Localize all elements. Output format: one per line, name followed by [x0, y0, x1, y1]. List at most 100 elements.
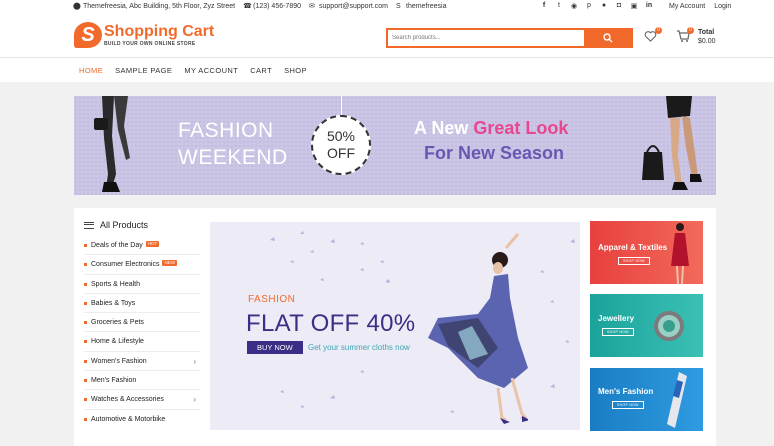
location-pin-icon: ⬤: [73, 3, 81, 10]
hero-headline: A New Great Look: [414, 118, 568, 139]
category-header[interactable]: All Products: [84, 220, 200, 230]
category-label: Home & Lifestyle: [91, 338, 144, 346]
slider-kicker: FASHION: [248, 294, 296, 305]
main-nav: HOME SAMPLE PAGE MY ACCOUNT CART SHOP: [0, 58, 774, 82]
nav-cart[interactable]: CART: [250, 66, 272, 75]
skype-text: themefreesia: [406, 3, 447, 10]
flickr-icon[interactable]: ●: [600, 2, 608, 10]
content-section: All Products Deals of the Day HOT Consume…: [74, 208, 716, 446]
hero-left-line1: FASHION: [178, 119, 274, 142]
email-text: support@support.com: [319, 3, 388, 10]
category-label: Men's Fashion: [91, 377, 137, 385]
shop-now-button[interactable]: SHOP NOW: [612, 401, 644, 409]
jewellery-ring-image: [654, 311, 684, 341]
address-item: ⬤ Themefreesia, Abc Building, 5th Floor, …: [73, 3, 235, 10]
fashion-weekend-text: FASHION WEEKEND: [178, 117, 288, 171]
linkedin-icon[interactable]: in: [645, 2, 653, 10]
category-item[interactable]: Men's Fashion: [84, 371, 200, 391]
shop-now-button[interactable]: SHOP NOW: [618, 257, 650, 265]
category-item[interactable]: Babies & Toys: [84, 294, 200, 314]
top-bar: ⬤ Themefreesia, Abc Building, 5th Floor, …: [0, 0, 774, 14]
logo-tagline: BUILD YOUR OWN ONLINE STORE: [104, 40, 196, 47]
nav-shop[interactable]: SHOP: [284, 66, 307, 75]
account-links: My Account Login: [669, 3, 731, 10]
model-legs-image-left: [94, 96, 130, 192]
pinterest-icon[interactable]: p: [585, 2, 593, 10]
dribbble-icon[interactable]: ◉: [570, 2, 578, 10]
main-slider[interactable]: FASHION FLAT OFF 40% BUY NOW Get your su…: [210, 222, 580, 430]
hamburger-icon: [84, 221, 94, 229]
slider-subtext: Get your summer cloths now: [308, 343, 410, 352]
slider-headline: FLAT OFF 40%: [246, 310, 416, 337]
category-label: Babies & Toys: [91, 299, 136, 307]
badge-string: [341, 96, 342, 115]
chevron-right-icon: ›: [193, 395, 196, 405]
nav-sample-page[interactable]: SAMPLE PAGE: [115, 66, 172, 75]
wishlist-count-badge: 0: [655, 27, 662, 34]
email-icon: ✉: [309, 3, 315, 10]
nav-home[interactable]: HOME: [79, 66, 103, 75]
twitter-icon[interactable]: t: [555, 2, 563, 10]
hot-badge: HOT: [145, 241, 160, 247]
category-label: Consumer Electronics: [91, 261, 160, 269]
nav-my-account[interactable]: MY ACCOUNT: [184, 66, 238, 75]
phone-icon: ☎: [243, 3, 252, 10]
logo-text: Shopping Cart BUILD YOUR OWN ONLINE STOR…: [104, 22, 215, 47]
hero-headline-a: A New: [414, 118, 469, 138]
category-item[interactable]: Home & Lifestyle: [84, 332, 200, 352]
category-list: Deals of the Day HOT Consumer Electronics…: [84, 236, 200, 429]
fashion-model-image: [428, 233, 528, 424]
promo-mens-fashion[interactable]: Men's Fashion SHOP NOW: [590, 368, 703, 431]
total-value: $0.00: [698, 38, 716, 45]
logo-title: Shopping Cart: [104, 22, 215, 40]
category-item[interactable]: Sports & Health: [84, 275, 200, 294]
buy-now-button[interactable]: BUY NOW: [247, 341, 303, 354]
search-input[interactable]: [388, 30, 584, 46]
search-button[interactable]: [584, 30, 631, 46]
phone-item[interactable]: ☎ (123) 456-7890: [243, 3, 301, 10]
category-label: Automotive & Motorbike: [91, 415, 166, 423]
promo-title: Men's Fashion: [598, 387, 654, 396]
contact-info: ⬤ Themefreesia, Abc Building, 5th Floor, …: [73, 3, 446, 10]
chevron-right-icon: ›: [193, 356, 196, 366]
facebook-icon[interactable]: f: [540, 2, 548, 10]
phone-text: (123) 456-7890: [253, 3, 302, 10]
hero-headline-b: Great Look: [473, 118, 569, 138]
email-item[interactable]: ✉ support@support.com: [309, 3, 388, 10]
category-label: Women's Fashion: [91, 357, 147, 365]
login-link[interactable]: Login: [714, 3, 731, 10]
category-item[interactable]: Groceries & Pets: [84, 313, 200, 333]
site-logo[interactable]: S Shopping Cart BUILD YOUR OWN ONLINE ST…: [74, 22, 214, 48]
category-item[interactable]: Watches & Accessories ›: [84, 390, 200, 410]
social-links: f t ◉ p ● ◘ ▣ in: [540, 2, 653, 10]
category-heading: All Products: [100, 220, 149, 230]
category-item[interactable]: Women's Fashion ›: [84, 352, 200, 372]
category-label: Watches & Accessories: [91, 396, 164, 404]
youtube-icon[interactable]: ▣: [630, 2, 638, 10]
category-item[interactable]: Automotive & Motorbike: [84, 410, 200, 429]
promo-apparel[interactable]: Apparel & Textiles SHOP NOW: [590, 221, 703, 284]
discount-percent: 50%: [326, 128, 356, 144]
site-header: S Shopping Cart BUILD YOUR OWN ONLINE ST…: [0, 14, 774, 58]
hero-banner[interactable]: FASHION WEEKEND 50% OFF A New Great Look…: [74, 96, 716, 195]
red-dress-model-image: [671, 223, 689, 284]
my-account-link[interactable]: My Account: [669, 3, 705, 10]
total-label: Total: [698, 29, 715, 36]
category-label: Deals of the Day: [91, 242, 143, 249]
skype-item[interactable]: Sthemefreesia: [396, 3, 446, 10]
cart-count-badge: 0: [687, 27, 694, 34]
model-legs-image-right: [642, 96, 702, 190]
category-item[interactable]: Deals of the Day HOT: [84, 236, 200, 256]
search-bar: [386, 28, 633, 48]
instagram-icon[interactable]: ◘: [615, 2, 623, 10]
wishlist-button[interactable]: 0: [644, 27, 662, 46]
hero-left-line2: WEEKEND: [178, 146, 288, 169]
promo-jewellery[interactable]: Jewellery SHOP NOW: [590, 294, 703, 357]
category-item[interactable]: Consumer Electronics NEW: [84, 255, 200, 275]
search-icon: [602, 33, 612, 43]
skype-icon: S: [396, 3, 401, 10]
hero-subheadline: For New Season: [424, 143, 565, 163]
cart-total[interactable]: Total $0.00: [698, 28, 716, 46]
cart-button[interactable]: 0: [676, 27, 694, 46]
shop-now-button[interactable]: SHOP NOW: [602, 328, 634, 336]
